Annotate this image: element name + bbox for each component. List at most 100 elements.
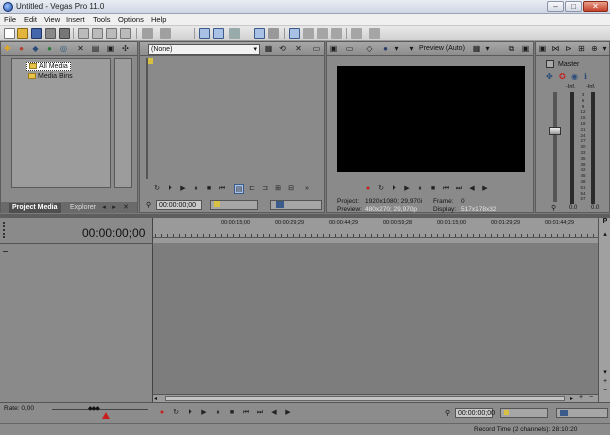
capture-video-icon[interactable]: ● [17, 44, 26, 53]
menu-view[interactable]: View [44, 15, 60, 24]
insert-fx-icon[interactable]: ⊕ [590, 44, 599, 53]
tree-item-all-media[interactable]: All Media [26, 62, 71, 71]
timeline-horizontal-scrollbar[interactable]: ◂ ▸ + − [153, 394, 598, 402]
lock-envelopes-icon[interactable] [268, 28, 279, 39]
open-icon[interactable] [17, 28, 28, 39]
trimmer-select-icon[interactable]: ⟲ [278, 44, 287, 53]
save-snapshot-icon[interactable]: ▣ [521, 44, 530, 53]
envelope-tool-icon[interactable] [213, 28, 224, 39]
paste-icon[interactable] [106, 28, 117, 39]
overlays-icon[interactable]: ▦ [472, 44, 481, 53]
minimize-button[interactable]: – [547, 1, 564, 12]
trimmer-view[interactable] [146, 58, 323, 179]
horizontal-scroll-thumb[interactable] [165, 396, 565, 401]
snapping-icon[interactable] [254, 28, 265, 39]
tab-left-icon[interactable]: ◂ [99, 203, 109, 213]
loop-icon[interactable]: ↻ [152, 184, 162, 194]
quick-fade-icon[interactable] [331, 28, 342, 39]
maximize-button[interactable]: □ [565, 1, 582, 12]
pause-icon[interactable]: ⏸ [213, 408, 223, 418]
add-before-icon[interactable]: ⊟ [286, 184, 296, 194]
menu-tools[interactable]: Tools [93, 15, 111, 24]
menu-options[interactable]: Options [118, 15, 144, 24]
media-properties-icon[interactable]: ▤ [91, 44, 100, 53]
pause-icon[interactable]: ⏸ [191, 184, 201, 194]
delete-icon[interactable] [120, 28, 131, 39]
play-from-start-icon[interactable]: ⏵ [389, 184, 399, 194]
go-to-end-icon[interactable]: ⏭ [255, 408, 265, 418]
stop-icon[interactable]: ■ [428, 184, 438, 194]
split-dropdown-icon[interactable]: ▾ [392, 44, 401, 53]
timeline-timecode[interactable]: 00:00:00;00 [82, 226, 145, 240]
volume-fader-track[interactable] [553, 92, 557, 202]
play-icon[interactable]: ▶ [402, 184, 412, 194]
insert-bus-icon[interactable]: ⊞ [577, 44, 586, 53]
external-monitor-icon[interactable]: ▭ [345, 44, 354, 53]
ignore-grouping-icon[interactable] [303, 28, 314, 39]
scroll-down-icon[interactable]: ▾ [600, 368, 610, 377]
remove-unused-icon[interactable]: ✕ [76, 44, 85, 53]
search-media-icon[interactable]: ◎ [59, 44, 68, 53]
selection-icon[interactable] [351, 28, 362, 39]
go-to-start-icon[interactable]: ⏮ [241, 408, 251, 418]
pin-icon[interactable]: P [600, 218, 610, 228]
selection-length-field[interactable] [556, 408, 608, 418]
trimmer-timecode[interactable]: 00:00:00;00 [156, 200, 202, 210]
rate-slider-track[interactable] [52, 409, 148, 410]
zoom-out-icon[interactable]: − [589, 394, 597, 402]
preview-quality-dropdown-icon[interactable]: ▾ [407, 44, 416, 53]
zoom-in-vertical-icon[interactable]: + [600, 378, 610, 387]
pause-icon[interactable]: ⏸ [415, 184, 425, 194]
mixer-menu-icon[interactable]: ▾ [600, 44, 609, 53]
menu-edit[interactable]: Edit [24, 15, 37, 24]
previous-frame-icon[interactable]: ⏮ [217, 184, 227, 194]
show-audio-icon[interactable]: ▤ [234, 184, 244, 194]
import-media-icon[interactable]: ✚ [3, 44, 12, 53]
preview-quality-label[interactable]: Preview (Auto) [419, 45, 465, 52]
save-icon[interactable] [31, 28, 42, 39]
tab-right-icon[interactable]: ▸ [109, 203, 119, 213]
video-fx-icon[interactable]: ◇ [365, 44, 374, 53]
trimmer-media-dropdown[interactable]: (None) ▾ [148, 44, 260, 55]
remove-media-icon[interactable]: ● [45, 44, 54, 53]
next-frame-icon[interactable]: ▶ [480, 184, 490, 194]
trimmer-cut-icon[interactable]: ▦ [264, 44, 273, 53]
play-icon[interactable]: ▶ [178, 184, 188, 194]
help-icon[interactable] [369, 28, 380, 39]
time-ruler[interactable]: 00:00:15;00 00:00:29;29 00:00:44;29 00:00:5… [153, 218, 598, 243]
downmix-icon[interactable]: ⋈ [551, 44, 560, 53]
redo-icon[interactable] [160, 28, 171, 39]
channel-info-icon[interactable]: ℹ [584, 72, 593, 81]
record-icon[interactable]: ● [157, 408, 167, 418]
split-screen-icon[interactable]: ● [381, 44, 390, 53]
out-point-icon[interactable]: ⊐ [260, 184, 270, 194]
fx-chain-icon[interactable]: ✤ [546, 72, 556, 81]
media-fx-icon[interactable]: ▣ [106, 44, 115, 53]
mute-icon[interactable]: ✪ [559, 72, 568, 81]
lock-fader-icon[interactable]: ⚲ [551, 204, 560, 213]
trimmer-clear-icon[interactable]: ✕ [294, 44, 303, 53]
next-frame-icon[interactable]: ▶ [283, 408, 293, 418]
tab-close-icon[interactable]: ✕ [121, 203, 131, 213]
undo-icon[interactable] [142, 28, 153, 39]
overlays-dropdown-icon[interactable]: ▾ [483, 44, 492, 53]
previous-frame-icon[interactable]: ◀ [269, 408, 279, 418]
go-to-start-icon[interactable]: ⏮ [441, 184, 451, 194]
menu-insert[interactable]: Insert [66, 15, 85, 24]
record-icon[interactable]: ● [363, 184, 373, 194]
vegas-app-icon[interactable] [3, 2, 13, 12]
solo-icon[interactable]: ◉ [571, 72, 580, 81]
add-to-timeline-icon[interactable]: ⊞ [273, 184, 283, 194]
video-preview-screen[interactable] [337, 66, 525, 172]
new-icon[interactable] [4, 28, 15, 39]
menu-help[interactable]: Help [151, 15, 166, 24]
scroll-left-icon[interactable]: ◂ [154, 395, 162, 402]
play-from-start-icon[interactable]: ⏵ [185, 408, 195, 418]
auto-ripple-icon[interactable] [229, 28, 240, 39]
get-media-icon[interactable]: ◆ [31, 44, 40, 53]
properties-icon[interactable] [45, 28, 56, 39]
play-from-start-icon[interactable]: ⏵ [165, 184, 175, 194]
render-icon[interactable] [59, 28, 70, 39]
scroll-right-icon[interactable]: ▸ [570, 395, 578, 402]
in-point-icon[interactable]: ⊏ [247, 184, 257, 194]
